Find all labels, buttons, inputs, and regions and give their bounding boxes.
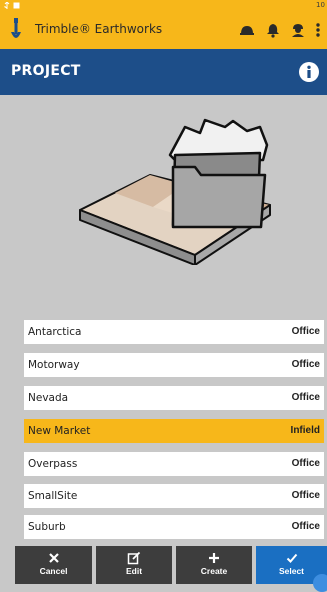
project-row-smallsite[interactable]: SmallSite Office [24, 484, 324, 508]
edit-icon [127, 551, 141, 565]
app-bar: Trimble® Earthworks [0, 11, 327, 49]
project-type: Office [291, 359, 320, 370]
bell-icon[interactable] [264, 21, 282, 39]
page-header: PROJECT [0, 49, 327, 95]
project-type: Office [291, 521, 320, 532]
image-icon [13, 2, 20, 9]
plus-icon [209, 553, 219, 563]
project-row-new-market[interactable]: New Market Infield [24, 419, 324, 443]
helmet-icon[interactable] [238, 21, 256, 39]
cancel-label: Cancel [39, 566, 68, 576]
project-name: Overpass [28, 458, 78, 470]
project-name: New Market [28, 425, 91, 437]
project-row-overpass[interactable]: Overpass Office [24, 452, 324, 476]
status-time: 10 [316, 1, 325, 9]
project-type: Office [291, 326, 320, 337]
floating-action-button[interactable] [313, 574, 327, 592]
edit-button[interactable]: Edit [96, 546, 172, 584]
action-bar: Cancel Edit Create Select [0, 546, 327, 584]
project-type: Office [291, 490, 320, 501]
project-row-nevada[interactable]: Nevada Office [24, 386, 324, 410]
project-type: Office [291, 392, 320, 403]
status-bar: 10 [0, 0, 327, 11]
project-row-antarctica[interactable]: Antarctica Office [24, 320, 324, 344]
info-icon[interactable] [298, 61, 320, 83]
close-icon [48, 553, 59, 563]
app-title: Trimble® Earthworks [35, 22, 163, 36]
project-row-motorway[interactable]: Motorway Office [24, 353, 324, 377]
trimble-logo-icon [11, 18, 21, 38]
project-folder-terrain-icon [79, 118, 271, 265]
project-row-suburb[interactable]: Suburb Office [24, 515, 324, 539]
create-button[interactable]: Create [176, 546, 252, 584]
project-name: SmallSite [28, 490, 78, 502]
more-icon[interactable] [313, 21, 323, 39]
project-name: Suburb [28, 521, 66, 533]
operator-icon[interactable] [289, 21, 307, 39]
create-label: Create [200, 566, 228, 576]
page-title: PROJECT [11, 63, 81, 79]
project-type: Office [291, 458, 320, 469]
project-name: Antarctica [28, 326, 82, 338]
project-type: Infield [290, 425, 320, 436]
check-icon [286, 553, 297, 563]
usb-icon [4, 2, 10, 9]
cancel-button[interactable]: Cancel [15, 546, 92, 584]
edit-label: Edit [125, 566, 143, 576]
project-name: Nevada [28, 392, 69, 404]
project-name: Motorway [28, 359, 80, 371]
